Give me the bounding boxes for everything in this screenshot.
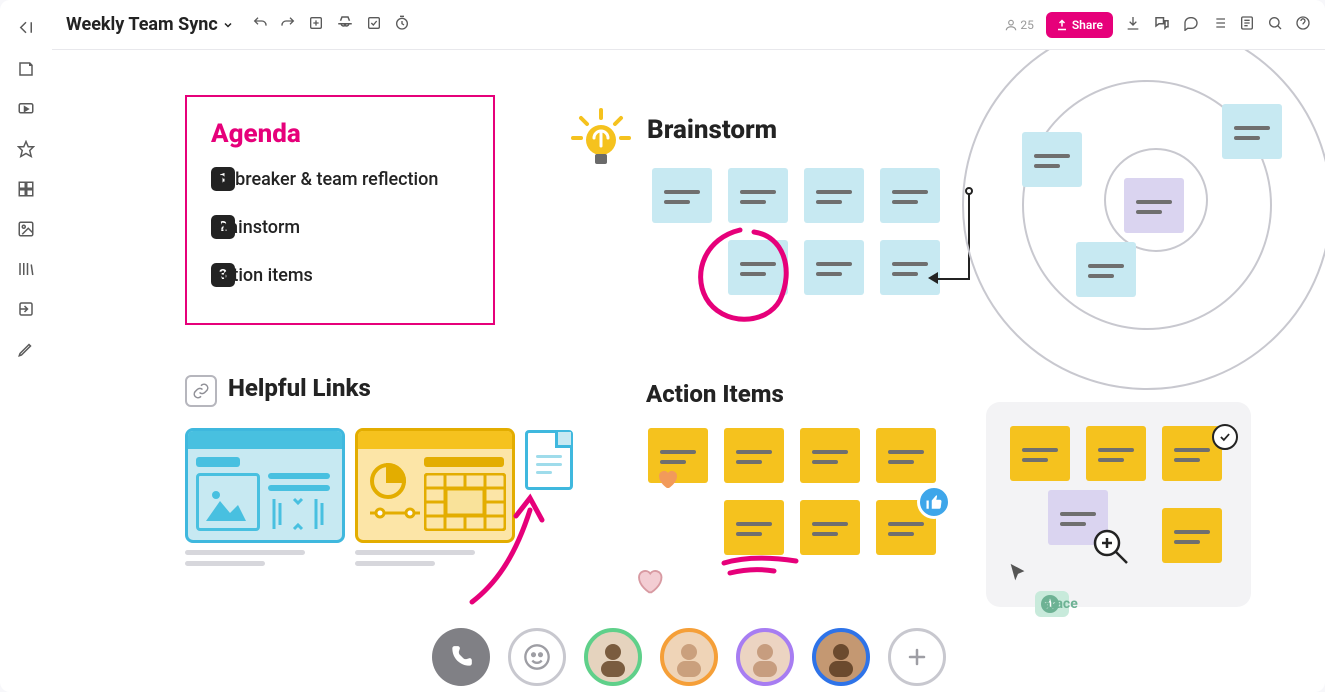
- call-dock: [52, 628, 1325, 686]
- sticky-note[interactable]: [724, 500, 784, 555]
- checkbox-icon[interactable]: [366, 15, 382, 35]
- sticky-note[interactable]: [1124, 178, 1184, 233]
- image-tool-icon[interactable]: [17, 220, 35, 238]
- agenda-item[interactable]: 1Icebreaker & team reflection: [211, 167, 469, 191]
- sticky-note[interactable]: [652, 168, 712, 223]
- sticky-note[interactable]: [1022, 132, 1082, 187]
- left-tool-rail: [0, 0, 52, 692]
- sticky-note[interactable]: [804, 240, 864, 295]
- link-card[interactable]: [185, 428, 345, 543]
- collaborator-label[interactable]: ★ Grace: [1035, 591, 1069, 617]
- sticky-note[interactable]: [804, 168, 864, 223]
- notes-icon[interactable]: [1239, 15, 1255, 35]
- collapse-icon[interactable]: [17, 20, 35, 38]
- agenda-heading: Agenda: [211, 119, 469, 149]
- participant-avatar[interactable]: [584, 628, 642, 686]
- share-button[interactable]: Share: [1046, 12, 1113, 38]
- agenda-item[interactable]: 2Brainstorm: [211, 215, 469, 239]
- link-card[interactable]: [355, 428, 515, 543]
- talk-icon[interactable]: [1153, 14, 1171, 36]
- sticky-note[interactable]: [1086, 426, 1146, 481]
- present-tool-icon[interactable]: [17, 100, 35, 118]
- download-icon[interactable]: [1125, 15, 1141, 35]
- sticky-note[interactable]: [1162, 508, 1222, 563]
- export-square-icon[interactable]: [308, 15, 324, 35]
- sticky-note[interactable]: [1222, 104, 1282, 159]
- top-bar: Weekly Team Sync 25 Share: [52, 0, 1325, 50]
- sticky-note[interactable]: [800, 500, 860, 555]
- check-badge-icon: [1212, 424, 1238, 450]
- sticky-note-tool-icon[interactable]: [17, 60, 35, 78]
- list-icon[interactable]: [1211, 15, 1227, 35]
- chevron-down-icon: [222, 19, 234, 31]
- star-tool-icon[interactable]: [17, 140, 35, 158]
- pencil-tool-icon[interactable]: [17, 340, 35, 358]
- agenda-item[interactable]: 3Action items: [211, 263, 469, 287]
- document-title[interactable]: Weekly Team Sync: [66, 14, 234, 35]
- help-icon[interactable]: [1295, 15, 1311, 35]
- document-title-text: Weekly Team Sync: [66, 14, 218, 35]
- library-tool-icon[interactable]: [17, 260, 35, 278]
- grid-tool-icon[interactable]: [17, 180, 35, 198]
- sticky-note[interactable]: [728, 168, 788, 223]
- search-icon[interactable]: [1267, 15, 1283, 35]
- underline-doodle-icon: [720, 555, 800, 579]
- helpful-links-heading: Helpful Links: [228, 374, 371, 402]
- sticky-note[interactable]: [1076, 242, 1136, 297]
- add-participant-button[interactable]: [888, 628, 946, 686]
- sticky-note[interactable]: [876, 428, 936, 483]
- action-items-heading: Action Items: [646, 380, 784, 408]
- sticky-note[interactable]: [800, 428, 860, 483]
- presence-count[interactable]: 25: [1004, 18, 1034, 32]
- upload-icon: [1056, 19, 1068, 31]
- sticky-note[interactable]: [1010, 426, 1070, 481]
- participant-avatar[interactable]: [660, 628, 718, 686]
- share-button-label: Share: [1072, 18, 1103, 32]
- document-icon[interactable]: [525, 430, 573, 490]
- reactions-button[interactable]: [508, 628, 566, 686]
- import-tool-icon[interactable]: [17, 300, 35, 318]
- collaborator-name: Grace: [1041, 596, 1078, 612]
- phone-button[interactable]: [432, 628, 490, 686]
- presence-number: 25: [1020, 18, 1034, 32]
- undo-icon[interactable]: [252, 15, 268, 35]
- incognito-icon[interactable]: [336, 14, 354, 36]
- thumbs-up-reaction-icon[interactable]: [917, 485, 951, 519]
- comment-icon[interactable]: [1183, 15, 1199, 35]
- participant-avatar[interactable]: [736, 628, 794, 686]
- redo-icon[interactable]: [280, 15, 296, 35]
- timer-icon[interactable]: [394, 15, 410, 35]
- participant-avatar[interactable]: [812, 628, 870, 686]
- sticky-note[interactable]: [724, 428, 784, 483]
- history-controls: [252, 14, 410, 36]
- person-icon: [1004, 18, 1018, 32]
- canvas[interactable]: Agenda 1Icebreaker & team reflection 2Br…: [52, 50, 1325, 692]
- agenda-frame[interactable]: Agenda 1Icebreaker & team reflection 2Br…: [185, 95, 495, 325]
- link-icon: [185, 375, 217, 407]
- sticky-note[interactable]: [728, 240, 788, 295]
- lightbulb-icon: [569, 108, 633, 172]
- agenda-list: 1Icebreaker & team reflection 2Brainstor…: [211, 167, 469, 287]
- brainstorm-heading: Brainstorm: [647, 115, 777, 145]
